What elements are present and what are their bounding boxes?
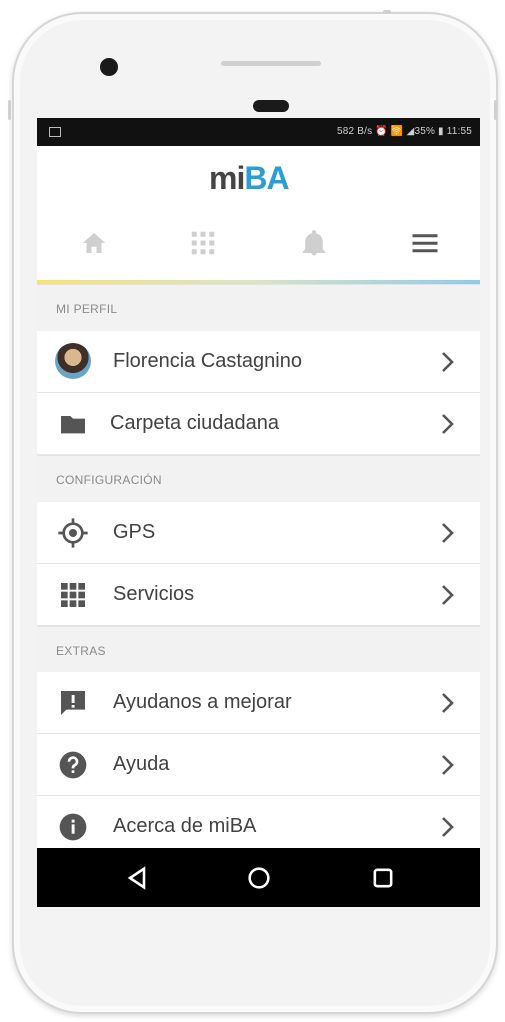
section-title: EXTRAS <box>56 644 106 658</box>
chevron-right-icon <box>442 414 454 434</box>
back-icon[interactable] <box>123 864 151 892</box>
front-camera <box>100 58 118 76</box>
chevron-right-icon <box>442 352 454 372</box>
grid-icon <box>61 583 85 607</box>
menu-item-label: Carpeta ciudadana <box>110 412 280 434</box>
feedback-icon <box>61 691 85 715</box>
chevron-right-icon <box>442 585 454 605</box>
home-icon[interactable] <box>79 228 109 258</box>
status-bar: 582 B/s ⏰ 🛜 ◢35% ▮ 11:55 <box>37 118 480 146</box>
avatar <box>55 343 91 379</box>
status-bar-info: 582 B/s ⏰ 🛜 ◢35% ▮ 11:55 <box>337 126 472 137</box>
section-mi-perfil: MI PERFIL <box>37 284 480 332</box>
section-configuracion: CONFIGURACIÓN <box>37 455 480 503</box>
logo-ba: BA <box>244 160 289 196</box>
section-title: CONFIGURACIÓN <box>56 473 162 487</box>
notification-icon <box>49 127 61 137</box>
miba-logo[interactable]: miBA <box>209 160 290 197</box>
chevron-right-icon <box>442 817 454 837</box>
app-header: miBA <box>37 146 480 208</box>
gps-icon <box>58 518 88 548</box>
android-nav-bar <box>37 848 480 907</box>
menu-item-servicios[interactable]: Servicios <box>37 564 480 626</box>
menu-item-label: Ayuda <box>113 753 170 775</box>
folder-icon <box>61 416 85 434</box>
top-navigation <box>37 208 480 278</box>
chevron-right-icon <box>442 523 454 543</box>
home-button-icon[interactable] <box>245 864 273 892</box>
grid-icon[interactable] <box>188 228 218 258</box>
menu-item-profile[interactable]: Florencia Castagnino <box>37 331 480 393</box>
proximity-sensor <box>253 100 289 112</box>
help-icon <box>59 751 87 779</box>
menu-item-carpeta[interactable]: Carpeta ciudadana <box>37 393 480 455</box>
menu-item-ayuda[interactable]: Ayuda <box>37 734 480 796</box>
menu-icon[interactable] <box>410 228 440 258</box>
menu-item-label: Acerca de miBA <box>113 815 257 837</box>
section-extras: EXTRAS <box>37 626 480 673</box>
menu-item-label: GPS <box>113 521 156 543</box>
menu-item-gps[interactable]: GPS <box>37 502 480 564</box>
section-title: MI PERFIL <box>56 302 118 316</box>
side-button <box>494 100 497 120</box>
earpiece-speaker <box>221 61 321 66</box>
bell-icon[interactable] <box>299 228 329 258</box>
chevron-right-icon <box>442 693 454 713</box>
menu-item-label: Servicios <box>113 583 195 605</box>
logo-mi: mi <box>209 160 245 196</box>
menu-item-label: Florencia Castagnino <box>113 350 302 372</box>
power-button <box>8 100 11 120</box>
recents-icon[interactable] <box>369 864 397 892</box>
info-icon <box>59 813 87 841</box>
top-button <box>383 10 391 14</box>
menu-item-label: Ayudanos a mejorar <box>113 691 292 713</box>
menu-item-feedback[interactable]: Ayudanos a mejorar <box>37 672 480 734</box>
chevron-right-icon <box>442 755 454 775</box>
app-screen: 582 B/s ⏰ 🛜 ◢35% ▮ 11:55 miBA MI PERFIL <box>37 118 480 907</box>
